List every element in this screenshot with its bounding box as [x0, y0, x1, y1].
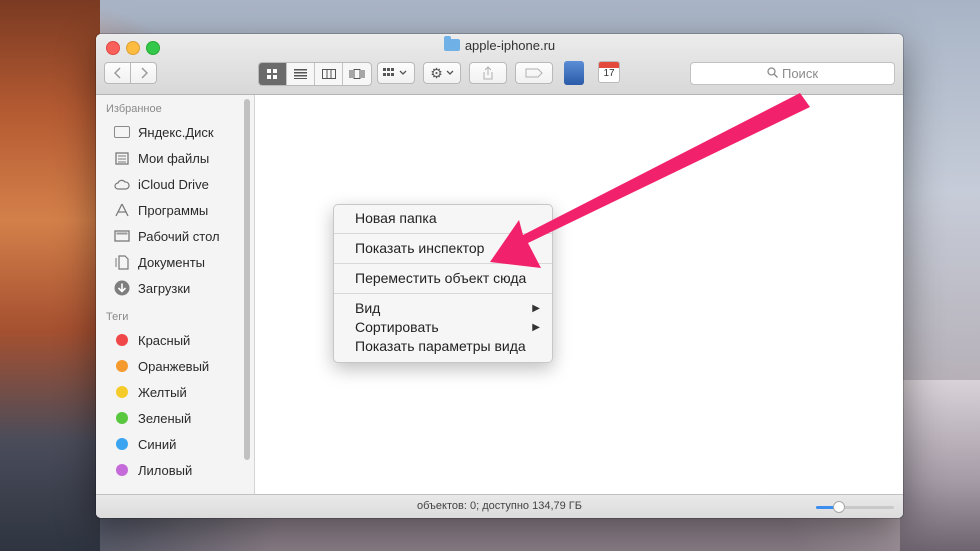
menu-item-show-inspector[interactable]: Показать инспектор [334, 239, 552, 258]
downloads-icon [114, 280, 130, 296]
sidebar-tags-header: Теги [106, 311, 129, 323]
icon-view-icon [267, 68, 277, 79]
column-view-icon [321, 69, 336, 79]
folder-icon [443, 36, 460, 51]
action-menu-button[interactable]: ⚙ [423, 62, 461, 84]
sidebar-item-label: Рабочий стол [138, 228, 220, 244]
slider-knob[interactable] [833, 501, 845, 513]
search-icon [767, 66, 778, 81]
sidebar-item-icloud-drive[interactable]: iCloud Drive [96, 171, 254, 197]
sidebar-item-label: Лиловый [138, 462, 193, 478]
sidebar-item-label: Мои файлы [138, 150, 210, 166]
sidebar-item-label: iCloud Drive [138, 176, 209, 192]
sidebar-item-label: Программы [138, 202, 209, 218]
sidebar-item-label: Загрузки [138, 280, 191, 296]
sidebar-item-label: Зеленый [138, 410, 192, 426]
share-button[interactable] [469, 62, 507, 84]
sidebar-tag-red[interactable]: Красный [96, 327, 254, 353]
tag-dot-icon [114, 385, 130, 399]
gear-icon: ⚙ [430, 64, 443, 81]
menu-item-new-folder[interactable]: Новая папка [334, 209, 552, 228]
preview-app-icon[interactable] [564, 61, 584, 85]
calendar-app-icon[interactable]: 17 [598, 61, 620, 83]
sidebar-item-label: Красный [138, 332, 191, 348]
chevron-down-icon [446, 70, 454, 75]
sidebar-tag-orange[interactable]: Оранжевый [96, 353, 254, 379]
tag-dot-icon [114, 333, 130, 347]
cloud-icon [114, 177, 130, 191]
sidebar-item-label: Желтый [138, 384, 187, 400]
sidebar-item-label: Синий [138, 436, 177, 452]
sidebar-item-label: Яндекс.Диск [138, 124, 214, 140]
status-text: объектов: 0; доступно 134,79 ГБ [417, 500, 582, 512]
menu-separator [334, 293, 552, 294]
menu-item-label: Сортировать [355, 319, 439, 335]
sidebar-item-yandex-disk[interactable]: Яндекс.Диск [96, 119, 254, 145]
search-field[interactable]: Поиск [690, 62, 895, 85]
coverflow-view-icon [349, 69, 365, 79]
window-title-bar: apple-iphone.ru [96, 36, 903, 53]
icon-size-slider[interactable] [816, 501, 894, 513]
list-view-button[interactable] [287, 63, 315, 85]
menu-item-label: Вид [355, 300, 381, 316]
sidebar-item-label: Оранжевый [138, 358, 210, 374]
tag-icon [525, 68, 543, 78]
chevron-left-icon [113, 67, 121, 79]
sidebar-tag-blue[interactable]: Синий [96, 431, 254, 457]
arrange-icon [383, 68, 407, 76]
view-mode-segmented-control [258, 62, 372, 86]
sidebar-tag-purple[interactable]: Лиловый [96, 457, 254, 483]
applications-icon [114, 203, 130, 217]
chevron-right-icon [140, 67, 148, 79]
tags-button[interactable] [515, 62, 553, 84]
arrange-button[interactable] [377, 62, 415, 84]
submenu-arrow-icon: ▶ [532, 322, 540, 333]
tag-dot-icon [114, 359, 130, 373]
sidebar-item-desktop[interactable]: Рабочий стол [96, 223, 254, 249]
back-button[interactable] [104, 62, 131, 84]
sidebar-tag-yellow[interactable]: Желтый [96, 379, 254, 405]
sidebar-item-label: Документы [138, 254, 206, 270]
window-title: apple-iphone.ru [464, 38, 556, 53]
share-icon [483, 66, 493, 80]
menu-separator [334, 263, 552, 264]
documents-icon [114, 254, 130, 270]
menu-item-view[interactable]: Вид ▶ [334, 299, 552, 318]
tag-dot-icon [114, 437, 130, 451]
context-menu: Новая папка Показать инспектор Перемести… [333, 204, 553, 363]
desktop-wallpaper-mountain [900, 380, 980, 551]
list-view-icon [294, 69, 307, 79]
tag-dot-icon [114, 411, 130, 425]
menu-item-sort[interactable]: Сортировать ▶ [334, 318, 552, 337]
sidebar-tag-green[interactable]: Зеленый [96, 405, 254, 431]
search-placeholder: Поиск [781, 66, 819, 81]
folder-icon [114, 125, 130, 139]
sidebar-favorites-header: Избранное [106, 103, 162, 115]
column-view-button[interactable] [315, 63, 343, 85]
toolbar: apple-iphone.ru ⚙ 17 Поиск [96, 34, 903, 95]
submenu-arrow-icon: ▶ [532, 303, 540, 314]
menu-item-show-view-options[interactable]: Показать параметры вида [334, 337, 552, 356]
desktop-icon [114, 229, 130, 243]
coverflow-view-button[interactable] [343, 63, 371, 85]
files-icon [114, 151, 130, 165]
menu-separator [334, 233, 552, 234]
sidebar: Избранное Яндекс.Диск Мои файлы iCloud D… [96, 95, 255, 494]
forward-button[interactable] [130, 62, 157, 84]
sidebar-item-downloads[interactable]: Загрузки [96, 275, 254, 301]
sidebar-item-applications[interactable]: Программы [96, 197, 254, 223]
desktop-wallpaper [0, 0, 100, 551]
tag-dot-icon [114, 463, 130, 477]
sidebar-item-my-files[interactable]: Мои файлы [96, 145, 254, 171]
sidebar-item-documents[interactable]: Документы [96, 249, 254, 275]
status-bar: объектов: 0; доступно 134,79 ГБ [96, 494, 903, 518]
icon-view-button[interactable] [259, 63, 287, 85]
sidebar-scrollbar[interactable] [244, 99, 250, 460]
menu-item-move-here[interactable]: Переместить объект сюда [334, 269, 552, 288]
